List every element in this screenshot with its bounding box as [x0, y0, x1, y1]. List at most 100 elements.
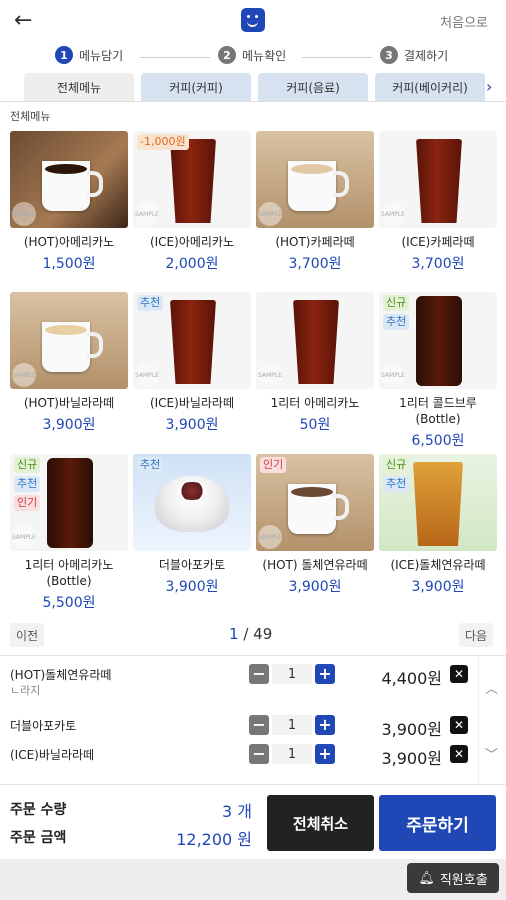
- new-badge: 신규: [383, 295, 410, 311]
- menu-item[interactable]: SAMPLE (ICE)카페라떼 3,700원: [379, 131, 497, 273]
- menu-image: 신규 추천 인기 SAMPLE: [10, 454, 128, 551]
- top-bar: ← 처음으로: [0, 0, 506, 44]
- menu-price: 3,900원: [165, 579, 219, 595]
- menu-item[interactable]: 신규 추천 (ICE)돌체연유라떼 3,900원: [379, 454, 497, 596]
- category-tabs: 전체메뉴 커피(커피) 커피(음료) 커피(베이커리): [0, 73, 506, 101]
- recommend-badge: 추천: [383, 476, 410, 492]
- iced-vanilla-latte-glass-icon: [170, 300, 216, 384]
- menu-name: (HOT)아메리카노: [23, 235, 115, 249]
- sample-watermark: SAMPLE: [135, 363, 159, 387]
- menu-name: (ICE)돌체연유라떼: [390, 558, 486, 572]
- increase-qty-button[interactable]: +: [315, 715, 335, 735]
- sample-watermark: SAMPLE: [381, 363, 405, 387]
- call-staff-button[interactable]: 🔔︎ 직원호출: [407, 863, 499, 893]
- cart-list: (HOT)돌체연유라떼 ㄴ라지 − 1 + 4,400원 ✕ 더블아포카토 − …: [0, 655, 506, 785]
- cancel-all-button[interactable]: 전체취소: [267, 795, 374, 851]
- qty-total: 3 개: [222, 802, 252, 821]
- iced-latte-glass-icon: [416, 139, 462, 223]
- menu-image: SAMPLE: [379, 131, 497, 228]
- cart-item-price: 4,400원: [381, 669, 442, 688]
- cart-item-price: 3,900원: [381, 749, 442, 768]
- qty-value: 1: [272, 744, 312, 764]
- cart-item-option: ㄴ라지: [10, 684, 41, 697]
- menu-item[interactable]: SAMPLE (HOT)아메리카노 1,500원: [10, 131, 128, 273]
- menu-item[interactable]: SAMPLE (HOT)바닐라라떼 3,900원: [10, 292, 128, 434]
- menu-name: (ICE)카페라떼: [401, 235, 475, 249]
- decrease-qty-button[interactable]: −: [249, 744, 269, 764]
- menu-price: 3,900원: [411, 579, 465, 595]
- menu-image: 신규 추천 SAMPLE: [379, 292, 497, 389]
- latte-mug-icon: [288, 161, 349, 211]
- sample-watermark: SAMPLE: [135, 202, 159, 226]
- dolce-latte-mug-icon: [288, 484, 349, 534]
- decrease-qty-button[interactable]: −: [249, 664, 269, 684]
- menu-name: (HOT)바닐라라떼: [23, 396, 115, 410]
- menu-item[interactable]: -1,000원 SAMPLE (ICE)아메리카노 2,000원: [133, 131, 251, 273]
- recommend-badge: 추천: [137, 457, 164, 473]
- hot-coffee-mug-icon: [42, 161, 103, 211]
- menu-item[interactable]: SAMPLE 1리터 아메리카노 50원: [256, 292, 374, 434]
- cold-brew-bottle-icon: [416, 296, 462, 386]
- menu-price: 5,500원: [42, 595, 96, 611]
- cart-item-name: (ICE)바닐라라떼: [10, 748, 95, 762]
- arrow-left-icon[interactable]: ←: [14, 8, 32, 33]
- menu-image: SAMPLE: [10, 292, 128, 389]
- menu-item[interactable]: 신규 추천 SAMPLE 1리터 콜드브루 (Bottle) 6,500원: [379, 292, 497, 450]
- step-number: 2: [218, 46, 236, 64]
- tab-bakery[interactable]: 커피(베이커리): [375, 73, 485, 101]
- menu-price: 3,900원: [165, 417, 219, 433]
- menu-price: 2,000원: [165, 256, 219, 272]
- chevron-down-icon[interactable]: ﹀: [485, 744, 498, 763]
- menu-name: 1리터 콜드브루 (Bottle): [399, 396, 477, 426]
- page-indicator: 1 / 49: [229, 625, 272, 643]
- increase-qty-button[interactable]: +: [315, 744, 335, 764]
- tab-all-menu[interactable]: 전체메뉴: [24, 73, 134, 101]
- qty-value: 1: [272, 715, 312, 735]
- menu-item[interactable]: 추천 SAMPLE (ICE)바닐라라떼 3,900원: [133, 292, 251, 434]
- iced-dolce-latte-glass-icon: [413, 462, 463, 546]
- cart-item-name: 더블아포카토: [10, 719, 77, 733]
- section-title: 전체메뉴: [10, 110, 51, 123]
- next-page-button[interactable]: 다음: [459, 623, 494, 647]
- order-button[interactable]: 주문하기: [379, 795, 496, 851]
- sample-watermark: SAMPLE: [12, 202, 36, 226]
- decrease-qty-button[interactable]: −: [249, 715, 269, 735]
- menu-item[interactable]: 신규 추천 인기 SAMPLE 1리터 아메리카노 (Bottle) 5,500…: [10, 454, 128, 612]
- order-steps: 1 메뉴담기 2 메뉴확인 3 결제하기: [0, 46, 506, 68]
- pagination: 이전 1 / 49 다음: [0, 620, 506, 650]
- chevron-right-icon[interactable]: ›: [486, 77, 492, 96]
- menu-image: SAMPLE: [256, 131, 374, 228]
- menu-price: 6,500원: [411, 433, 465, 449]
- menu-name: (ICE)바닐라라떼: [149, 396, 235, 410]
- remove-item-icon[interactable]: ✕: [450, 665, 468, 683]
- sample-watermark: SAMPLE: [12, 525, 36, 549]
- menu-name: (HOT)카페라떼: [275, 235, 355, 249]
- prev-page-button[interactable]: 이전: [10, 623, 45, 647]
- home-link[interactable]: 처음으로: [440, 12, 488, 31]
- menu-item[interactable]: 추천 더블아포카토 3,900원: [133, 454, 251, 596]
- chevron-up-icon[interactable]: ︿: [485, 678, 498, 697]
- recommend-badge: 추천: [14, 476, 41, 492]
- tab-coffee[interactable]: 커피(커피): [141, 73, 251, 101]
- step-label: 결제하기: [404, 48, 449, 63]
- amount-label: 주문 금액: [10, 830, 67, 846]
- sample-watermark: SAMPLE: [258, 525, 282, 549]
- cart-row: (HOT)돌체연유라떼 ㄴ라지 − 1 + 4,400원 ✕: [0, 660, 478, 704]
- menu-price: 3,900원: [42, 417, 96, 433]
- increase-qty-button[interactable]: +: [315, 664, 335, 684]
- discount-badge: -1,000원: [137, 134, 189, 150]
- menu-item[interactable]: SAMPLE (HOT)카페라떼 3,700원: [256, 131, 374, 273]
- remove-item-icon[interactable]: ✕: [450, 745, 468, 763]
- remove-item-icon[interactable]: ✕: [450, 716, 468, 734]
- tab-drinks[interactable]: 커피(음료): [258, 73, 368, 101]
- affogato-bowl-icon: [155, 476, 229, 532]
- step-3: 3 결제하기: [380, 46, 448, 64]
- step-divider: [140, 57, 210, 58]
- new-badge: 신규: [14, 457, 41, 473]
- menu-price: 1,500원: [42, 256, 96, 272]
- menu-image: 추천: [133, 454, 251, 551]
- menu-item[interactable]: 인기 SAMPLE (HOT) 돌체연유라떼 3,900원: [256, 454, 374, 596]
- call-staff-label: 직원호출: [439, 872, 488, 888]
- step-label: 메뉴담기: [79, 48, 124, 63]
- footer-bar: 🔔︎ 직원호출: [0, 859, 506, 900]
